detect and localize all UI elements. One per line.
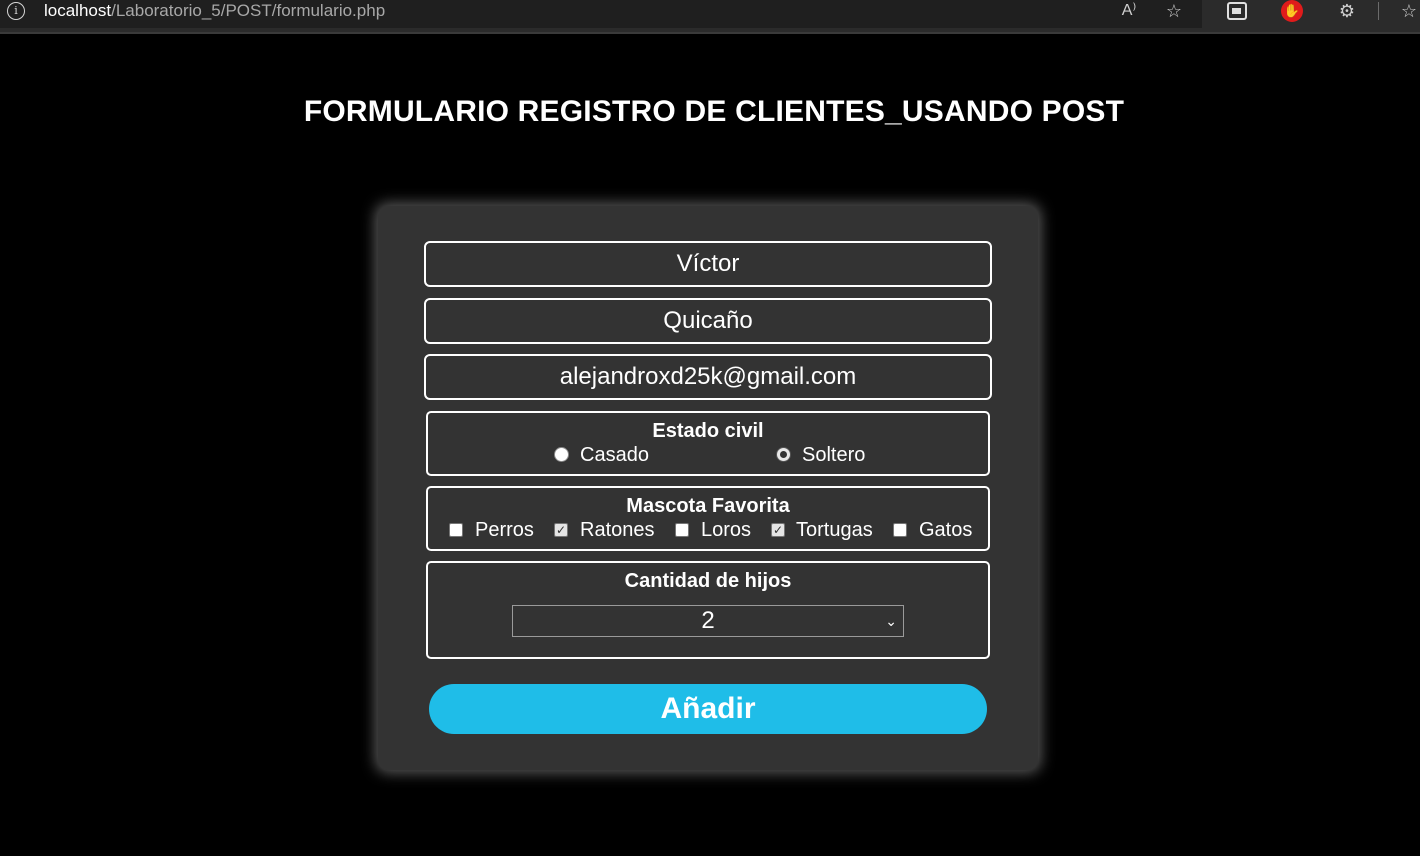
url-path: /Laboratorio_5/POST/formulario.php [111, 1, 386, 20]
page-title: FORMULARIO REGISTRO DE CLIENTES_USANDO P… [303, 95, 1125, 128]
estado-civil-group: Estado civil Casado Soltero [426, 411, 990, 476]
radio-label-soltero: Soltero [802, 444, 866, 466]
hijos-legend: Cantidad de hijos [624, 570, 792, 592]
checkbox-ratones[interactable]: ✓ [554, 523, 568, 537]
checkbox-label-perros: Perros [475, 519, 534, 541]
apellido-field[interactable] [424, 298, 992, 344]
add-favorite-icon[interactable]: ☆ [1160, 0, 1188, 24]
checkbox-gatos[interactable] [893, 523, 907, 537]
url-host: localhost [44, 1, 112, 20]
chevron-down-icon: ⌄ [885, 613, 897, 629]
estado-civil-legend: Estado civil [652, 420, 764, 442]
checkbox-loros[interactable] [675, 523, 689, 537]
split-screen-icon[interactable] [1227, 2, 1247, 20]
hijos-selected-value: 2 [701, 607, 715, 634]
mascota-legend: Mascota Favorita [626, 495, 790, 517]
info-icon[interactable]: i [7, 2, 25, 20]
nombre-field[interactable] [424, 241, 992, 287]
checkbox-label-ratones: Ratones [580, 519, 655, 541]
extensions-icon[interactable]: ⚙ [1334, 0, 1360, 24]
toolbar-divider [1378, 2, 1379, 20]
mascota-group: Mascota Favorita Perros ✓ Ratones Loros … [426, 486, 990, 551]
url-text[interactable]: localhost/Laboratorio_5/POST/formulario.… [44, 1, 385, 21]
hijos-group: Cantidad de hijos 2 ⌄ [426, 561, 990, 659]
radio-casado[interactable] [554, 447, 569, 462]
radio-soltero[interactable] [776, 447, 791, 462]
checkbox-label-tortugas: Tortugas [796, 519, 873, 541]
address-bar[interactable]: i localhost/Laboratorio_5/POST/formulari… [0, 0, 1202, 28]
radio-label-casado: Casado [580, 444, 649, 466]
browser-toolbar: i localhost/Laboratorio_5/POST/formulari… [0, 0, 1420, 34]
checkbox-tortugas[interactable]: ✓ [771, 523, 785, 537]
registration-form: Estado civil Casado Soltero Mascota Favo… [378, 206, 1038, 770]
hijos-select[interactable]: 2 ⌄ [512, 605, 904, 637]
checkbox-label-gatos: Gatos [919, 519, 973, 541]
adblock-icon[interactable]: ✋ [1281, 0, 1303, 22]
checkbox-label-loros: Loros [701, 519, 752, 541]
read-aloud-icon[interactable]: A⁾ [1116, 0, 1142, 24]
anadir-button[interactable]: Añadir [429, 684, 987, 734]
checkbox-perros[interactable] [449, 523, 463, 537]
email-field[interactable] [424, 354, 992, 400]
favorites-icon[interactable]: ☆ [1396, 0, 1420, 24]
